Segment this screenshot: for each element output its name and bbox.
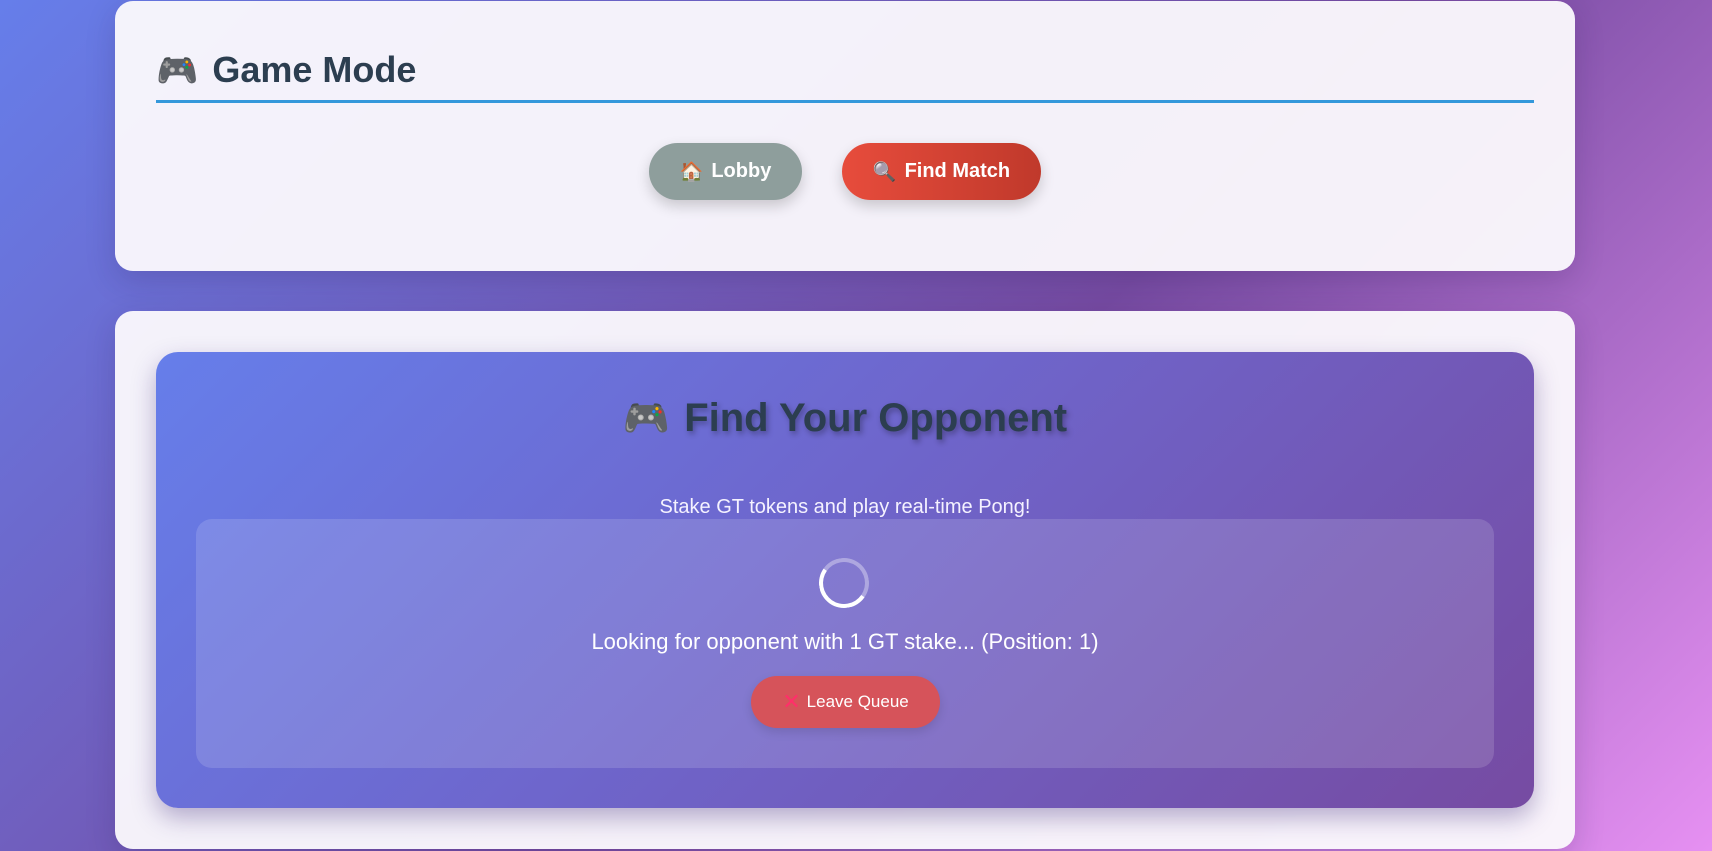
queue-status-text: Looking for opponent with 1 GT stake... … (591, 629, 1099, 654)
find-match-button-label: Find Match (904, 160, 1011, 182)
game-mode-header: 🎮 Game Mode (156, 41, 1534, 103)
game-mode-card: 🎮 Game Mode 🏠 Lobby 🔍 Find Match (115, 1, 1575, 271)
mode-button-row: 🏠 Lobby 🔍 Find Match (115, 143, 1575, 200)
house-icon: 🏠 (679, 161, 704, 183)
close-icon: ✕ (782, 689, 801, 714)
lobby-button-label: Lobby (711, 160, 772, 182)
gamepad-icon: 🎮 (622, 397, 671, 440)
matchmaking-panel: 🎮 Find Your Opponent Stake GT tokens and… (156, 352, 1534, 808)
matchmaking-header: 🎮 Find Your Opponent (156, 396, 1534, 441)
find-match-button[interactable]: 🔍 Find Match (842, 143, 1041, 200)
leave-queue-label: Leave Queue (806, 692, 909, 711)
magnifier-icon: 🔍 (872, 161, 897, 183)
leave-queue-button[interactable]: ✕ Leave Queue (751, 676, 940, 728)
lobby-button[interactable]: 🏠 Lobby (649, 143, 802, 200)
gamepad-icon: 🎮 (156, 52, 199, 90)
matchmaking-title: Find Your Opponent (684, 396, 1068, 440)
matchmaking-subtitle: Stake GT tokens and play real-time Pong! (659, 496, 1031, 518)
queue-status-box: Looking for opponent with 1 GT stake... … (196, 519, 1494, 768)
page-title: Game Mode (212, 49, 417, 90)
matchmaking-card: 🎮 Find Your Opponent Stake GT tokens and… (115, 311, 1575, 849)
loading-spinner-icon (815, 554, 873, 612)
